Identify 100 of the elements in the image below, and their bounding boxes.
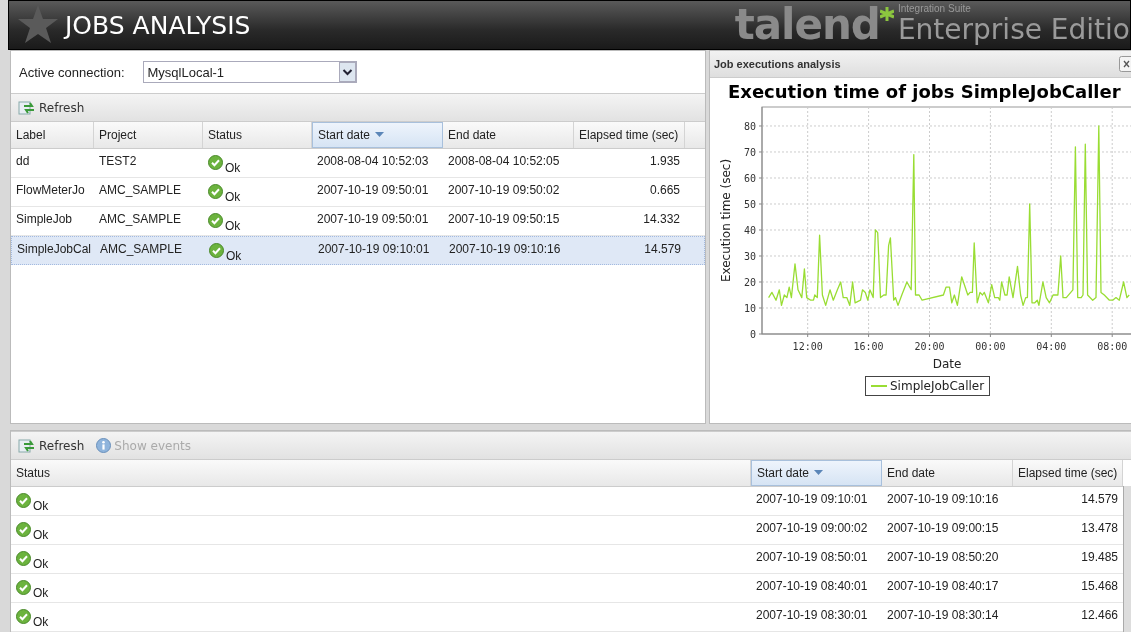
- y-tick-label: 40: [743, 225, 756, 236]
- connection-dropdown[interactable]: MysqlLocal-1: [142, 61, 357, 83]
- y-tick-label: 10: [743, 303, 756, 314]
- table-cell: 14.332: [643, 212, 680, 226]
- table-cell: 2007-10-19 08:30:01: [756, 608, 868, 622]
- close-icon: [1119, 56, 1131, 72]
- scrollbar[interactable]: [1123, 486, 1131, 632]
- column-header[interactable]: Elapsed time (sec): [574, 122, 685, 148]
- refresh-icon: [18, 99, 36, 116]
- table-cell: 2007-10-19 08:40:17: [887, 579, 999, 593]
- panel-title: Job executions analysis: [714, 58, 841, 70]
- refresh-button[interactable]: Refresh: [15, 97, 88, 118]
- table-cell: 12.466: [1081, 608, 1118, 622]
- y-tick-label: 50: [743, 199, 756, 210]
- status-text: Ok: [225, 190, 241, 204]
- check-icon: [208, 155, 223, 170]
- y-tick-label: 80: [743, 121, 756, 132]
- x-tick-label: 00:00: [975, 341, 1006, 352]
- table-cell: 2007-10-19 09:50:01: [317, 183, 429, 197]
- table-cell: 2007-10-19 08:50:01: [756, 550, 868, 564]
- refresh-icon: [18, 437, 36, 454]
- x-tick-label: 12:00: [792, 341, 823, 352]
- column-header[interactable]: End date: [443, 122, 574, 148]
- x-axis-title: Date: [932, 357, 962, 371]
- table-cell: 15.468: [1081, 579, 1118, 593]
- table-row[interactable]: SimpleJobCal AMC_SAMPLE Ok 2007-10-19 09:10:01 2007-10-19 09:10:16 14.579: [11, 236, 705, 265]
- column-header[interactable]: Start date: [312, 122, 443, 148]
- check-icon: [209, 243, 224, 258]
- table-cell: 2007-10-19 09:10:16: [887, 492, 999, 506]
- x-tick-label: 16:00: [853, 341, 884, 352]
- table-cell: dd: [16, 154, 30, 168]
- y-tick-label: 0: [749, 329, 756, 340]
- status-text: Ok: [33, 528, 49, 542]
- table-row[interactable]: Ok 2007-10-19 08:50:01 2007-10-19 08:50:20 19.485: [11, 545, 1123, 574]
- y-tick-label: 30: [743, 251, 756, 262]
- check-icon: [16, 551, 31, 566]
- column-header[interactable]: Elapsed time (sec): [1013, 460, 1123, 486]
- table-row[interactable]: Ok 2007-10-19 08:30:01 2007-10-19 08:30:14 12.466: [11, 603, 1123, 632]
- refresh-button[interactable]: Refresh: [15, 435, 88, 456]
- page-title: JOBS ANALYSIS: [65, 10, 251, 40]
- x-tick-label: 04:00: [1036, 341, 1067, 352]
- y-tick-label: 70: [743, 147, 756, 158]
- column-header[interactable]: End date: [882, 460, 1013, 486]
- table-cell: 14.579: [1081, 492, 1118, 506]
- check-icon: [16, 493, 31, 508]
- table-cell: SimpleJob: [16, 212, 73, 226]
- y-tick-label: 60: [743, 173, 756, 184]
- table-cell: 14.579: [644, 242, 681, 256]
- table-cell: 1.935: [649, 154, 680, 168]
- table-cell: 2007-10-19 09:50:01: [317, 212, 429, 226]
- table-cell: 2007-10-19 09:50:15: [448, 212, 560, 226]
- check-icon: [16, 580, 31, 595]
- check-icon: [208, 184, 223, 199]
- column-header[interactable]: Label: [11, 122, 94, 148]
- table-cell: 19.485: [1081, 550, 1118, 564]
- status-text: Ok: [226, 249, 242, 263]
- status-text: Ok: [225, 219, 241, 233]
- x-tick-label: 08:00: [1097, 341, 1128, 352]
- table-row[interactable]: Ok 2007-10-19 09:00:02 2007-10-19 09:00:15 13.478: [11, 516, 1123, 545]
- table-cell: 2008-08-04 10:52:03: [317, 154, 429, 168]
- table-row[interactable]: FlowMeterJo AMC_SAMPLE Ok 2007-10-19 09:50:01 2007-10-19 09:50:02 0.665: [11, 178, 705, 207]
- table-row[interactable]: dd TEST2 Ok 2008-08-04 10:52:03 2008-08-04 10:52:05 1.935: [11, 149, 705, 178]
- table-row[interactable]: Ok 2007-10-19 09:10:01 2007-10-19 09:10:16 14.579: [11, 487, 1123, 516]
- column-header[interactable]: Project: [94, 122, 203, 148]
- table-cell: 0.665: [649, 183, 680, 197]
- sort-arrow-icon: [814, 470, 824, 476]
- table-cell: 2007-10-19 09:00:15: [887, 521, 999, 535]
- table-cell: 2007-10-19 09:00:02: [756, 521, 868, 535]
- table-cell: AMC_SAMPLE: [99, 212, 182, 226]
- y-tick-label: 20: [743, 277, 756, 288]
- sort-arrow-icon: [375, 132, 385, 138]
- check-icon: [208, 213, 223, 228]
- field-label: Active connection:: [19, 64, 125, 80]
- table-cell: 2007-10-19 09:50:02: [448, 183, 560, 197]
- table-cell: 2007-10-19 08:40:01: [756, 579, 868, 593]
- logo-wordmark: talend: [734, 3, 880, 47]
- table-cell: FlowMeterJo: [16, 183, 85, 197]
- column-header[interactable]: Start date: [751, 460, 882, 486]
- table-cell: 2007-10-19 09:10:01: [756, 492, 868, 506]
- table-cell: 2007-10-19 09:10:01: [318, 242, 430, 256]
- status-text: Ok: [225, 161, 241, 175]
- check-icon: [16, 609, 31, 624]
- status-text: Ok: [33, 615, 49, 629]
- status-text: Ok: [33, 499, 49, 513]
- info-icon: [96, 438, 112, 453]
- table-cell: 2007-10-19 08:50:20: [887, 550, 999, 564]
- asterisk-icon: [879, 7, 894, 21]
- logo-edition: Enterprise Editio: [897, 15, 1130, 45]
- status-text: Ok: [33, 557, 49, 571]
- table-cell: 2008-08-04 10:52:05: [448, 154, 560, 168]
- table-cell: 13.478: [1081, 521, 1118, 535]
- table-row[interactable]: Ok 2007-10-19 08:40:01 2007-10-19 08:40:17 15.468: [11, 574, 1123, 603]
- table-cell: AMC_SAMPLE: [100, 242, 183, 256]
- table-cell: TEST2: [99, 154, 137, 168]
- table-cell: 2007-10-19 09:10:16: [449, 242, 561, 256]
- legend-label: SimpleJobCaller: [890, 379, 985, 393]
- status-text: Ok: [33, 586, 49, 600]
- chart-title: Execution time of jobs SimpleJobCaller: [728, 81, 1121, 102]
- y-axis-title: Execution time (sec): [719, 158, 733, 283]
- table-cell: 2007-10-19 08:30:14: [887, 608, 999, 622]
